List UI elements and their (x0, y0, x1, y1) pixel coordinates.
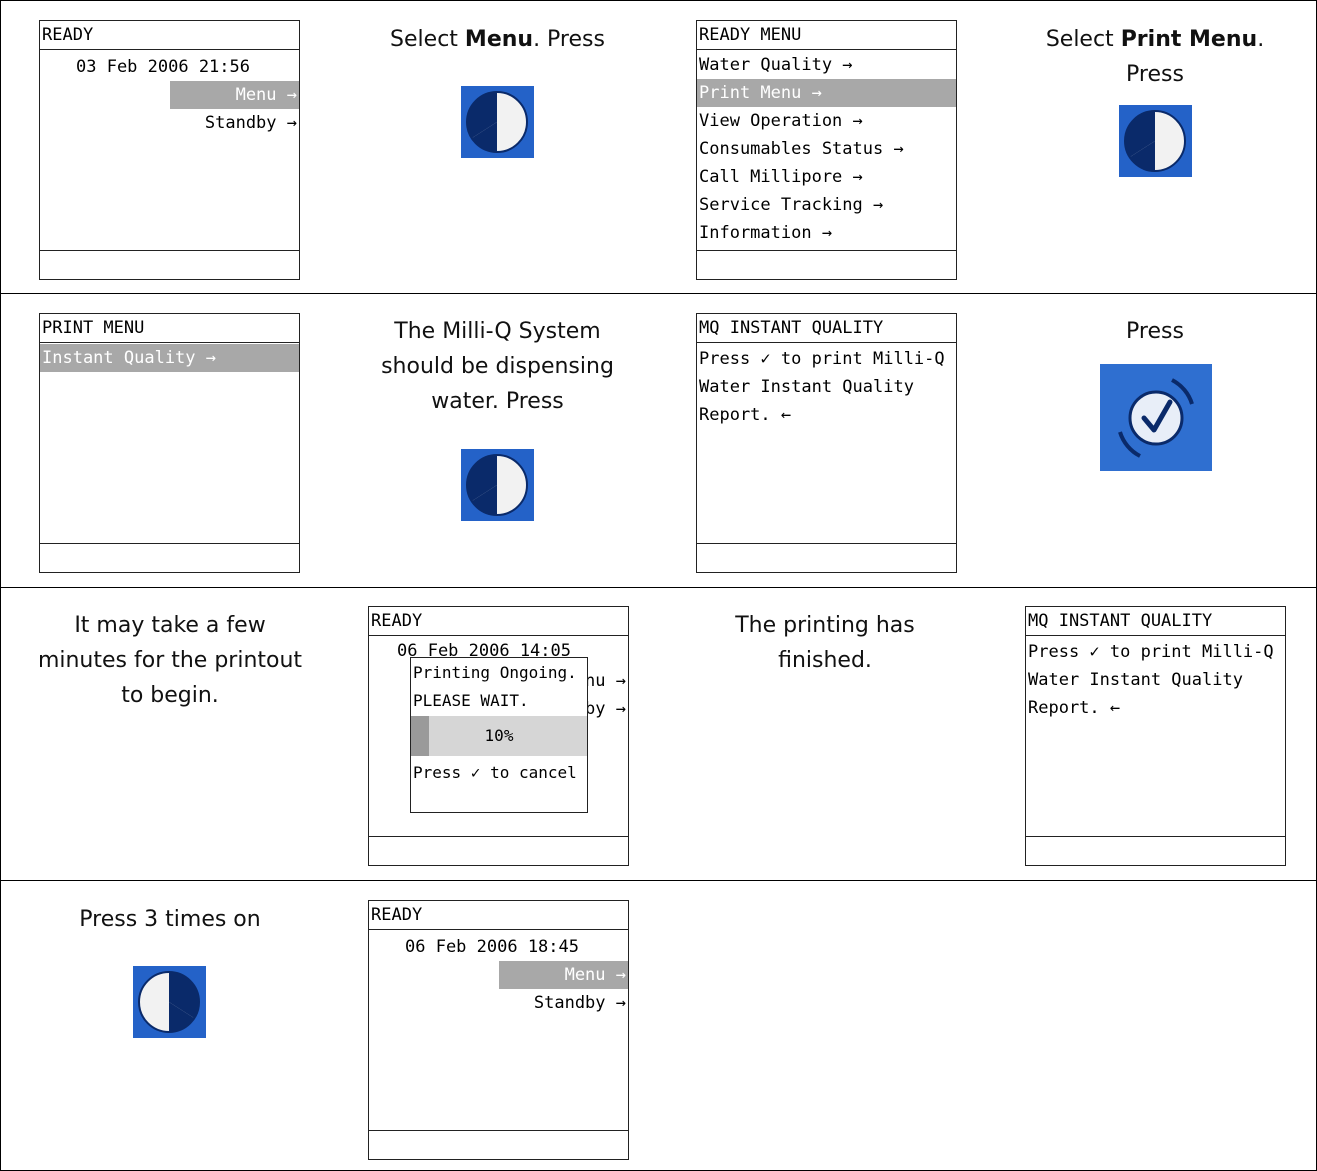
screen-text: Report. ← (1028, 698, 1121, 718)
screen-footer (697, 250, 956, 279)
instruction-text: It may take a few (74, 613, 266, 638)
popup-text: Press ✓ to cancel (413, 763, 577, 782)
screen-text: Press ✓ to print Milli-Q (699, 349, 945, 369)
instruction-bold: Menu (464, 27, 534, 52)
printing-popup: Printing Ongoing. PLEASE WAIT. 10% Press… (410, 657, 588, 813)
instruction-text: . (1257, 27, 1265, 52)
left-arrow-button-icon (133, 966, 206, 1038)
lcd-screen-printing: READY 06 Feb 2006 14:05 nu → by → Printi… (368, 606, 629, 866)
procedure-table: READY 03 Feb 2006 21:56 Menu → Standby →… (0, 0, 1317, 1171)
instruction-finished: The printing has finished. (660, 608, 990, 678)
lcd-screen-print-menu: PRINT MENU Instant Quality → (39, 313, 300, 573)
screen-title: READY (369, 607, 628, 636)
screen-text: Report. ← (699, 405, 792, 425)
ok-check-button-icon (1100, 364, 1212, 471)
menu-item-partial: nu → (585, 671, 626, 691)
screen-footer (40, 250, 299, 279)
instruction-text: minutes for the printout (37, 648, 303, 673)
table-border (0, 0, 1, 1171)
screen-title: PRINT MENU (40, 314, 299, 343)
datetime: 06 Feb 2006 18:45 (405, 937, 579, 957)
screen-text: Water Instant Quality (1028, 670, 1243, 690)
instruction-text: water. Press (431, 389, 564, 414)
screen-title: READY (369, 901, 628, 930)
screen-title: MQ INSTANT QUALITY (1026, 607, 1285, 636)
row-divider (0, 587, 1317, 588)
screen-footer (40, 543, 299, 572)
menu-item: Consumables Status → (699, 139, 904, 159)
instruction-dispensing: The Milli-Q System should be dispensing … (330, 314, 665, 419)
instruction-text: to begin. (121, 683, 219, 708)
standby-item: Standby → (533, 993, 626, 1013)
menu-item: Water Quality → (699, 55, 853, 75)
menu-item: View Operation → (699, 111, 863, 131)
lcd-screen-ready: READY 06 Feb 2006 18:45 Menu → Standby → (368, 900, 629, 1160)
screen-title: READY (40, 21, 299, 50)
instruction-press-3-times: Press 3 times on (79, 907, 261, 932)
instruction-wait: It may take a few minutes for the printo… (10, 608, 330, 713)
screen-footer (697, 543, 956, 572)
lcd-screen-ready: READY 03 Feb 2006 21:56 Menu → Standby → (39, 20, 300, 280)
screen-footer (369, 836, 628, 865)
menu-item: Menu → (564, 965, 626, 985)
row-divider (0, 880, 1317, 881)
right-arrow-button-icon (461, 449, 534, 521)
instruction-press: Press (1126, 319, 1184, 344)
instruction-text: The printing has (735, 613, 915, 638)
screen-title: READY MENU (697, 21, 956, 50)
screen-text: Water Instant Quality (699, 377, 914, 397)
instruction-text: should be dispensing (381, 354, 614, 379)
instruction-text: . Press (533, 27, 605, 52)
instruction-text: Select (390, 27, 465, 52)
menu-item: Call Millipore → (699, 167, 863, 187)
instruction-text: finished. (778, 648, 872, 673)
instruction-text: The Milli-Q System (394, 319, 601, 344)
instruction-text: Select (1045, 27, 1121, 52)
standby-item: Standby → (204, 113, 297, 133)
datetime: 03 Feb 2006 21:56 (76, 57, 250, 77)
screen-footer (369, 1130, 628, 1159)
lcd-screen-mq-instant-quality: MQ INSTANT QUALITY Press ✓ to print Mill… (696, 313, 957, 573)
progress-label: 10% (484, 726, 514, 745)
screen-text: Press ✓ to print Milli-Q (1028, 642, 1274, 662)
screen-title: MQ INSTANT QUALITY (697, 314, 956, 343)
menu-item: Service Tracking → (699, 195, 884, 215)
menu-item-selected: Print Menu → (699, 83, 822, 103)
popup-text: PLEASE WAIT. (413, 691, 529, 710)
instruction-select-menu: Select Menu. Press (330, 22, 665, 57)
menu-item: Menu → (235, 85, 297, 105)
progress-bar: 10% (411, 716, 587, 756)
menu-item: Information → (699, 223, 833, 243)
standby-item-partial: by → (585, 699, 626, 719)
instruction-text: Press (1126, 62, 1184, 87)
row-divider (0, 293, 1317, 294)
screen-footer (1026, 836, 1285, 865)
lcd-screen-mq-instant-quality: MQ INSTANT QUALITY Press ✓ to print Mill… (1025, 606, 1286, 866)
instruction-select-print-menu: Select Print Menu. Press (990, 22, 1317, 92)
menu-item-selected: Instant Quality → (42, 348, 216, 368)
table-border (0, 0, 1317, 1)
instruction-bold: Print Menu (1120, 27, 1258, 52)
popup-text: Printing Ongoing. (413, 663, 577, 682)
lcd-screen-ready-menu: READY MENU Water Quality → Print Menu → … (696, 20, 957, 280)
right-arrow-button-icon (1119, 105, 1192, 177)
right-arrow-button-icon (461, 86, 534, 158)
